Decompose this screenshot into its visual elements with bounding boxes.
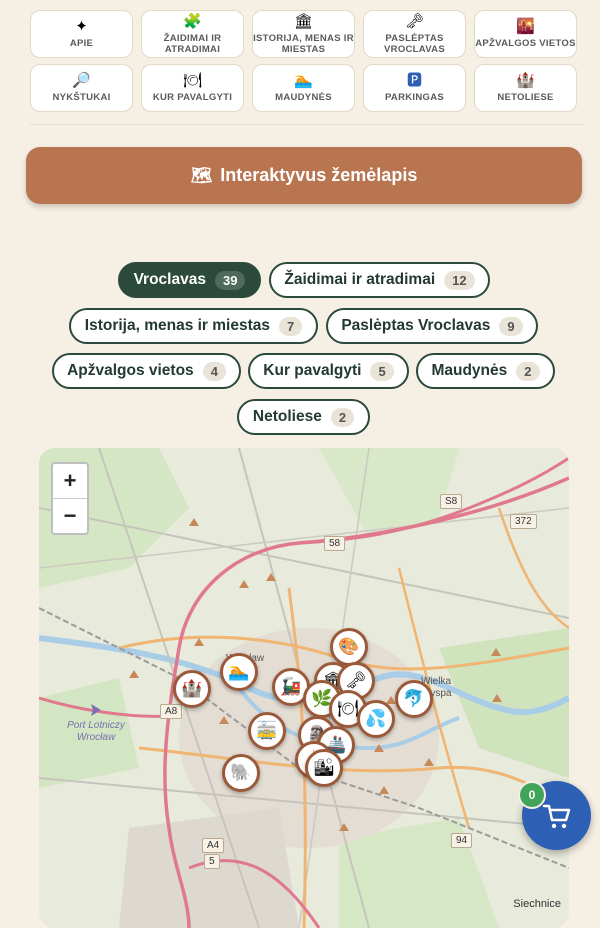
interactive-map-button[interactable]: 🗺 Interaktyvus žemėlapis	[26, 147, 582, 204]
nav-card-viewpoints[interactable]: 🌇 Apžvalgos vietos	[474, 10, 577, 58]
cart-count-badge: 0	[518, 781, 546, 809]
chip-label: Kur pavalgyti	[263, 362, 362, 379]
nav-label: Žaidimai ir atradimai	[163, 32, 222, 55]
chip-label: Netoliese	[252, 408, 322, 425]
road-badge-a4: A4	[202, 838, 225, 853]
divider	[30, 124, 584, 125]
filter-chip-viewpoints[interactable]: Apžvalgos vietos 4	[52, 353, 241, 389]
key-icon: 🗝	[345, 671, 367, 690]
nav-label: Nykštukai	[52, 92, 111, 103]
cart-icon	[542, 804, 570, 828]
castle-icon: 🏰	[516, 72, 535, 89]
tower-icon: 🏙	[313, 758, 335, 777]
map-button-label: Interaktyvus žemėlapis	[220, 165, 418, 185]
chip-label: Vroclavas	[133, 271, 206, 288]
chip-label: Maudynės	[431, 362, 508, 379]
nav-card-food[interactable]: 🍽 Kur pavalgyti	[141, 64, 244, 112]
nav-card-swimming[interactable]: 🏊 Maudynės	[252, 64, 355, 112]
nav-card-games[interactable]: 🧩 Žaidimai ir atradimai	[141, 10, 244, 58]
nav-label: Apie	[69, 38, 94, 49]
filter-chip-vroclavas[interactable]: Vroclavas 39	[118, 262, 261, 298]
filter-chip-swimming[interactable]: Maudynės 2	[416, 353, 555, 389]
sunset-icon: 🌇	[516, 18, 535, 35]
filter-chip-food[interactable]: Kur pavalgyti 5	[248, 353, 409, 389]
road-badge-372: 372	[510, 514, 537, 529]
chip-label: Istorija, menas ir miestas	[84, 317, 270, 334]
chip-count: 2	[330, 407, 355, 427]
water-icon: 💦	[365, 709, 387, 728]
nav-card-nearby[interactable]: 🏰 Netoliese	[474, 64, 577, 112]
dolphin-icon: 🐬	[403, 689, 425, 708]
key-icon: 🗝	[404, 12, 425, 30]
chip-label: Paslėptas Vroclavas	[341, 317, 491, 334]
chip-count: 4	[202, 361, 226, 381]
filter-chip-games[interactable]: Žaidimai ir atradimai 12	[269, 262, 490, 298]
map-marker-dolphin[interactable]: 🐬	[395, 680, 433, 718]
map-view[interactable]: + − Wrocław Port Lotniczy Wrocław Wielka…	[39, 448, 569, 928]
chip-label: Žaidimai ir atradimai	[284, 271, 436, 288]
road-badge-s8: S8	[440, 494, 463, 509]
map-label-siechnice: Siechnice	[513, 898, 561, 910]
elephant-icon: 🐘	[230, 763, 252, 782]
map-label-airport: Port Lotniczy Wrocław	[67, 720, 125, 743]
food-icon: 🍽	[337, 699, 359, 718]
museum-icon: 🏛	[293, 12, 314, 30]
castle-icon: 🏰	[181, 679, 203, 698]
chip-count: 39	[214, 270, 246, 290]
zoom-controls: + −	[51, 462, 89, 535]
nav-card-apie[interactable]: ✦ Apie	[30, 10, 133, 58]
nav-card-parking[interactable]: 🅿 Parkingas	[363, 64, 466, 112]
map-marker-tower[interactable]: 🏙	[305, 749, 343, 787]
nav-label: Apžvalgos vietos	[475, 38, 576, 49]
parking-icon: 🅿	[406, 72, 422, 89]
train-icon: 🚂	[280, 677, 302, 696]
chip-label: Apžvalgos vietos	[67, 362, 194, 379]
filter-chip-nearby[interactable]: Netoliese 2	[237, 399, 370, 435]
plate-icon: 🍽	[182, 72, 203, 89]
swimmer-icon: 🏊	[294, 72, 313, 89]
nav-label: Istorija, menas ir miestas	[253, 32, 354, 55]
road-badge-a8: A8	[160, 704, 183, 719]
map-marker-elephant[interactable]: 🐘	[222, 754, 260, 792]
palette-icon: 🎨	[338, 637, 360, 656]
road-badge-5: 5	[204, 854, 220, 869]
road-badge-94: 94	[451, 833, 473, 848]
zoom-in-button[interactable]: +	[53, 464, 87, 498]
zoom-out-button[interactable]: −	[53, 498, 87, 533]
puzzle-icon: 🧩	[183, 12, 202, 30]
nav-card-dwarfs[interactable]: 🔎 Nykštukai	[30, 64, 133, 112]
nav-label: Netoliese	[497, 92, 554, 103]
tram-icon: 🚋	[256, 721, 278, 740]
swimmer-icon: 🏊	[228, 662, 250, 681]
nav-card-hidden[interactable]: 🗝 Paslėptas Vroclavas	[363, 10, 466, 58]
chip-count: 9	[499, 316, 523, 336]
chip-count: 7	[279, 316, 303, 336]
magnifier-icon: 🔎	[72, 72, 91, 89]
map-marker-palette[interactable]: 🎨	[330, 628, 368, 666]
chip-count: 2	[516, 361, 540, 381]
nav-label: Parkingas	[385, 92, 444, 103]
nav-label: Kur pavalgyti	[152, 92, 233, 103]
road-badge-58: 58	[324, 536, 346, 551]
map-marker-tram[interactable]: 🚋	[248, 712, 286, 750]
category-nav: ✦ Apie 🧩 Žaidimai ir atradimai 🏛 Istorij…	[30, 10, 578, 112]
map-icon: 🗺	[190, 165, 213, 185]
nav-label: Paslėptas Vroclavas	[384, 32, 445, 55]
nav-card-history[interactable]: 🏛 Istorija, menas ir miestas	[252, 10, 355, 58]
filter-chip-history[interactable]: Istorija, menas ir miestas 7	[69, 308, 318, 344]
filter-chip-hidden[interactable]: Paslėptas Vroclavas 9	[326, 308, 538, 344]
nav-label: Maudynės	[275, 92, 332, 103]
chip-count: 5	[370, 361, 394, 381]
map-marker-castle[interactable]: 🏰	[173, 670, 211, 708]
sparkle-icon: ✦	[75, 18, 88, 35]
chip-count: 12	[444, 270, 475, 290]
map-marker-swimming[interactable]: 🏊	[220, 653, 258, 691]
map-marker-water[interactable]: 💦	[357, 700, 395, 738]
